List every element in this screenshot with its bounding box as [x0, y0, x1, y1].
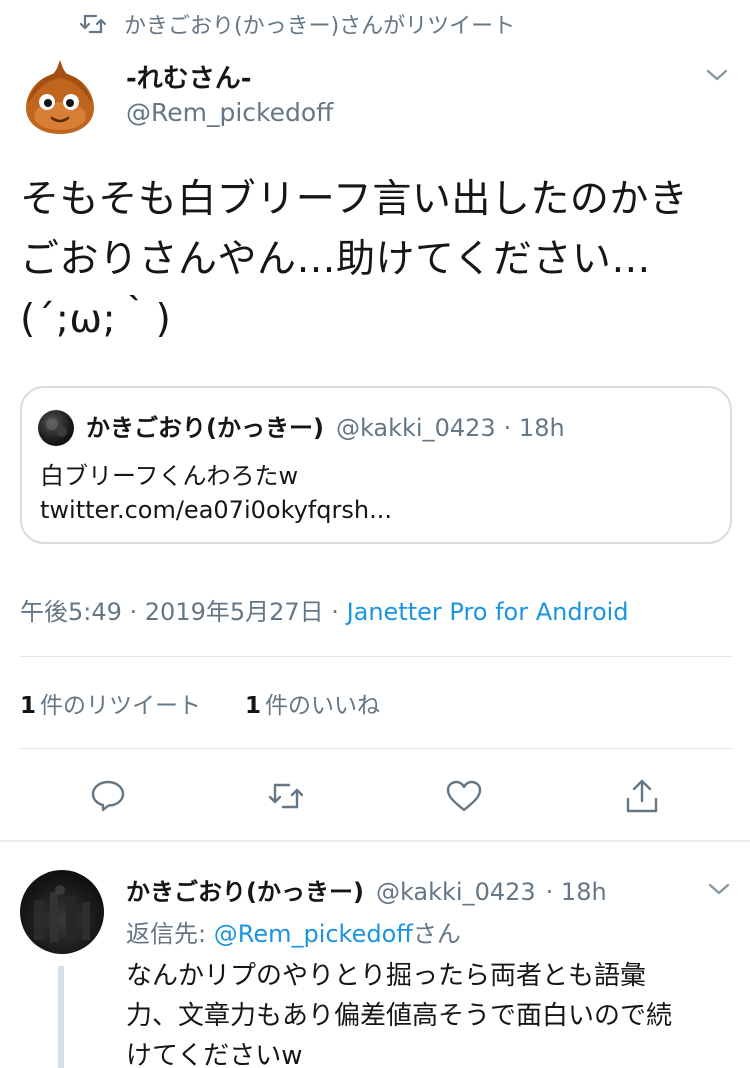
quoted-author-name: かきごおり(かっきー) — [86, 414, 324, 442]
like-count: 1 — [245, 693, 262, 719]
like-stat[interactable]: 1 件のいいね — [245, 686, 380, 720]
quoted-time: · 18h — [503, 414, 565, 442]
like-stat-label: 件のいいね — [265, 693, 381, 719]
reply-to-handle[interactable]: @Rem_pickedoff — [214, 920, 413, 948]
quoted-text: 白ブリーフくんわろたw — [40, 462, 299, 490]
quoted-header: かきごおり(かっきー) @kakki_0423 · 18h — [86, 408, 565, 443]
share-icon[interactable] — [620, 774, 664, 818]
reply-to-suffix: さん — [412, 920, 461, 948]
reply-to-line: 返信先: @Rem_pickedoffさん — [126, 914, 461, 949]
reply-author-handle[interactable]: @kakki_0423 — [376, 878, 536, 906]
tweet-text: そもそも白ブリーフ言い出したのかき ごおりさんやん…助けてください… (´;ω;… — [20, 177, 689, 342]
reply-time: · 18h — [545, 878, 607, 906]
reply-header: かきごおり(かっきー) @kakki_0423 · 18h — [126, 872, 607, 907]
author-avatar[interactable] — [22, 56, 98, 136]
tweet-timestamp: 午後5:49 · 2019年5月27日 · Janetter Pro for A… — [20, 592, 629, 627]
author-handle[interactable]: @Rem_pickedoff — [126, 98, 333, 127]
retweet-stat[interactable]: 1 件のリツイート — [20, 686, 201, 720]
chevron-down-icon[interactable] — [706, 876, 732, 902]
retweet-icon — [80, 13, 106, 35]
quoted-author-avatar — [38, 410, 74, 446]
retweet-count: 1 — [20, 693, 37, 719]
section-separator — [0, 840, 750, 842]
tweet-stats: 1 件のリツイート 1 件のいいね — [20, 686, 380, 720]
retweet-header-text: かきごおり(かっきー)さんがリツイート — [124, 14, 516, 39]
reply-author-name[interactable]: かきごおり(かっきー) — [126, 872, 364, 907]
reply-icon[interactable] — [86, 774, 130, 818]
divider — [20, 748, 732, 749]
thread-line — [58, 966, 64, 1068]
tweet-source-link[interactable]: Janetter Pro for Android — [347, 598, 629, 626]
quoted-link[interactable]: twitter.com/ea07i0okyfqrsh... — [40, 496, 392, 524]
retweet-header[interactable]: かきごおり(かっきー)さんがリツイート — [80, 8, 515, 40]
retweet-stat-label: 件のリツイート — [40, 693, 202, 719]
quoted-tweet-card[interactable]: かきごおり(かっきー) @kakki_0423 · 18h 白ブリーフくんわろた… — [20, 386, 732, 544]
reply-to-prefix: 返信先: — [126, 920, 214, 948]
author-name[interactable]: -れむさん- — [126, 58, 252, 95]
reply-author-avatar[interactable] — [20, 870, 104, 954]
reply-text: なんかリプのやりとり掘ったら両者とも語彙 力、文章力もあり偏差値高そうで面白いの… — [126, 961, 673, 1068]
quoted-author-handle: @kakki_0423 — [335, 414, 496, 442]
like-icon[interactable] — [442, 774, 486, 818]
tweet-time-date: 午後5:49 · 2019年5月27日 · — [20, 598, 347, 626]
retweet-icon[interactable] — [264, 774, 308, 818]
chevron-down-icon[interactable] — [704, 62, 730, 88]
divider — [20, 656, 732, 657]
